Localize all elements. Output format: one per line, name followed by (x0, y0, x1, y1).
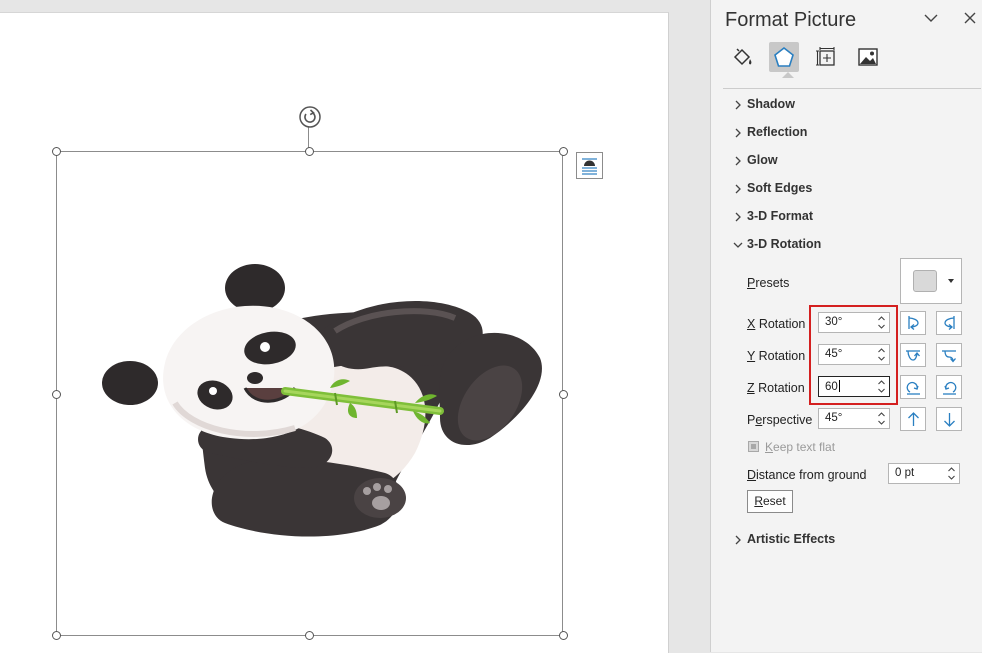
resize-handle-left[interactable] (52, 390, 61, 399)
chevron-down-icon[interactable] (921, 8, 941, 28)
layout-options-button[interactable] (576, 152, 603, 179)
presets-dropdown[interactable] (900, 258, 962, 304)
x-rotation-label: X Rotation (747, 317, 806, 331)
resize-handle-bottom[interactable] (305, 631, 314, 640)
rotate-left-icon (908, 316, 919, 330)
document-area (0, 0, 700, 653)
z-rotation-label: Z Rotation (747, 381, 805, 395)
pane-separator (723, 88, 981, 89)
tab-fill-line[interactable] (727, 42, 757, 72)
resize-handle-bottom-right[interactable] (559, 631, 568, 640)
chevron-right-icon (735, 128, 741, 138)
section-label: Glow (747, 153, 778, 167)
chevron-down-icon (733, 242, 743, 248)
spinner-arrows-icon[interactable] (877, 410, 886, 427)
tab-size-properties[interactable] (811, 42, 841, 72)
chevron-right-icon (735, 212, 741, 222)
tab-effects[interactable] (769, 42, 799, 72)
close-icon[interactable] (960, 8, 980, 28)
picture-icon (858, 48, 878, 66)
chevron-right-icon (735, 100, 741, 110)
rotate-up-icon (906, 350, 920, 361)
format-picture-pane: Format Picture Shadow Reflection Glow So… (710, 0, 982, 652)
section-label: Soft Edges (747, 181, 813, 195)
tab-picture[interactable] (853, 42, 883, 72)
resize-handle-top-left[interactable] (52, 147, 61, 156)
distance-from-ground-input[interactable]: 0 pt (888, 463, 960, 484)
reset-button[interactable]: Reset (747, 490, 793, 513)
pentagon-icon (774, 46, 794, 67)
y-rotate-up-button[interactable] (900, 343, 926, 367)
picture-selection-frame[interactable] (56, 151, 563, 636)
rotation-inputs-highlight (809, 305, 898, 405)
section-label: Artistic Effects (747, 532, 836, 546)
perspective-label: Perspective (747, 413, 813, 427)
arrow-down-icon (944, 413, 955, 427)
section-label: Reflection (747, 125, 808, 139)
perspective-decrease-button[interactable] (936, 407, 962, 431)
x-rotate-left-button[interactable] (900, 311, 926, 335)
rotate-down-icon (942, 350, 956, 363)
z-rotate-counterclockwise-button[interactable] (900, 375, 926, 399)
section-label: 3-D Rotation (747, 237, 822, 251)
rotate-clockwise-icon (943, 381, 957, 395)
resize-handle-right[interactable] (559, 390, 568, 399)
resize-handle-top-right[interactable] (559, 147, 568, 156)
y-rotate-down-button[interactable] (936, 343, 962, 367)
tab-pointer (782, 72, 794, 78)
perspective-increase-button[interactable] (900, 407, 926, 431)
rotate-counterclockwise-icon (906, 381, 920, 395)
section-label: Shadow (747, 97, 795, 111)
presets-label: Presets (747, 276, 790, 290)
rotate-right-icon (944, 316, 955, 330)
distance-from-ground-label: Distance from ground (747, 468, 867, 482)
resize-handle-top[interactable] (305, 147, 314, 156)
pane-title: Format Picture (725, 9, 857, 31)
chevron-right-icon (735, 156, 741, 166)
size-icon (816, 47, 835, 66)
section-label: 3-D Format (747, 209, 813, 223)
spinner-arrows-icon[interactable] (947, 465, 956, 482)
x-rotate-right-button[interactable] (936, 311, 962, 335)
chevron-right-icon (735, 535, 741, 545)
keep-text-flat-label: Keep text flat (765, 440, 836, 454)
arrow-up-icon (908, 412, 919, 426)
layout-options-icon (582, 158, 597, 175)
chevron-right-icon (735, 184, 741, 194)
preset-swatch (913, 270, 937, 292)
resize-handle-bottom-left[interactable] (52, 631, 61, 640)
rotate-handle-icon[interactable] (298, 105, 322, 129)
z-rotate-clockwise-button[interactable] (936, 375, 962, 399)
caret-down-icon (948, 279, 954, 283)
paint-bucket-icon (733, 48, 752, 66)
y-rotation-label: Y Rotation (747, 349, 806, 363)
perspective-input[interactable]: 45° (818, 408, 890, 429)
keep-text-flat-checkbox[interactable] (748, 441, 759, 452)
